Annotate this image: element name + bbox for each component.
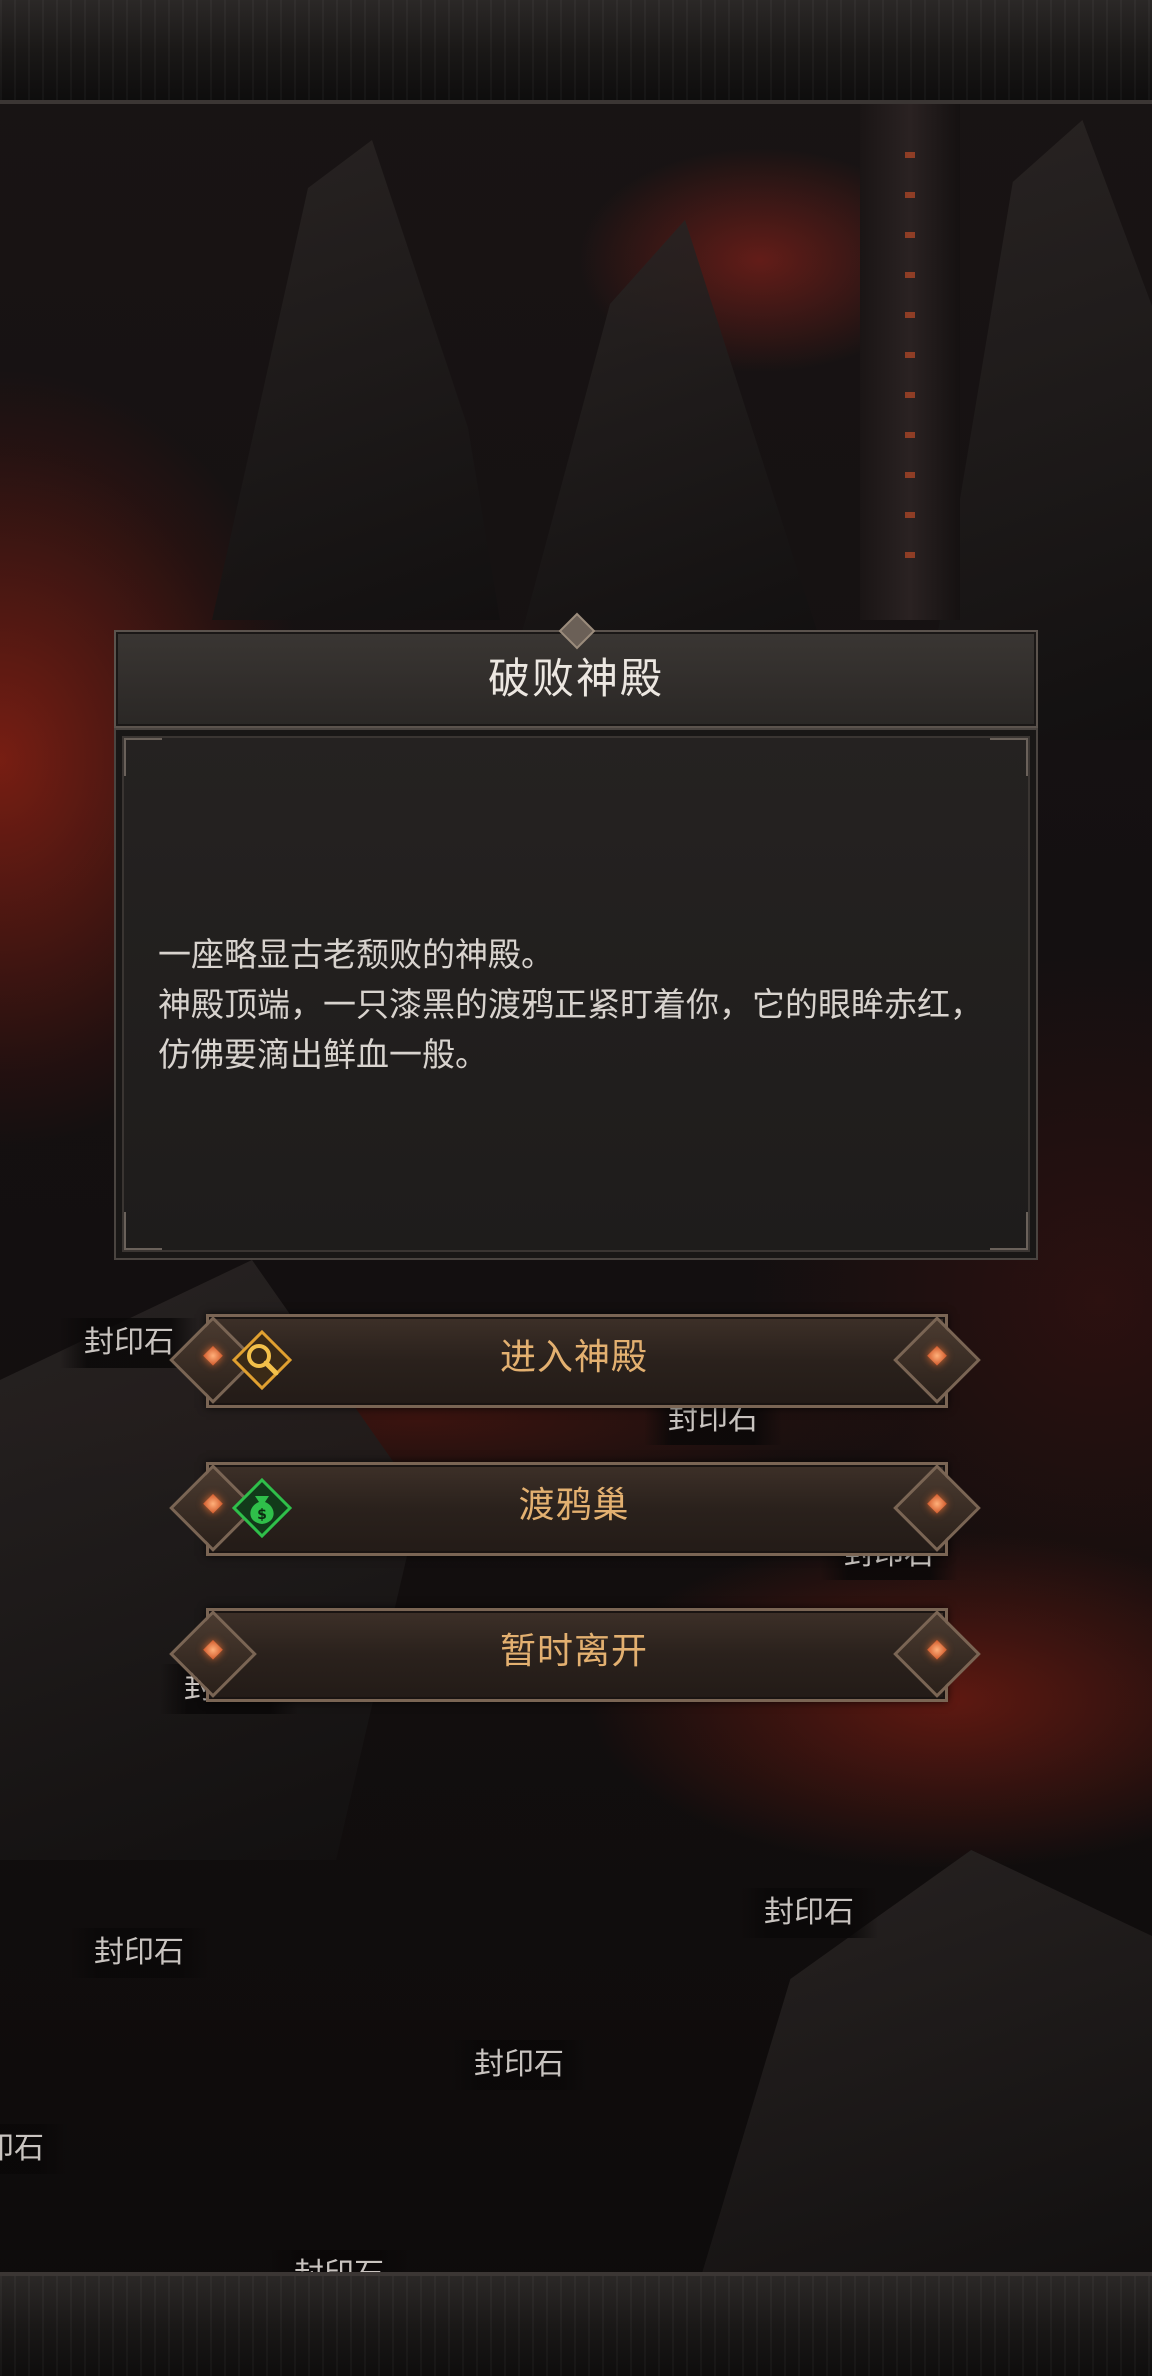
map-label-seal-stone[interactable]: 封印石 [740,1888,878,1938]
button-label: 进入神殿 [499,1337,648,1378]
button-label: 暂时离开 [499,1631,648,1672]
top-frame [0,0,1152,104]
event-dialog: 破败神殿 一座略显古老颓败的神殿。 神殿顶端，一只漆黑的渡鸦正紧盯着你，它的眼眸… [114,612,1038,1260]
map-label-seal-stone[interactable]: 封印石 [450,2040,588,2090]
corner-ornament [124,738,162,776]
game-screen: 封印石 封印石 封印石 封印石 封印石 封印石 封印石 封印石 封印石 破败神殿… [0,0,1152,2376]
enter-temple-button[interactable]: 进入神殿 [169,1310,981,1410]
corner-ornament [990,738,1028,776]
description-line: 一座略显古老颓败的神殿。 [158,935,554,974]
map-label-seal-stone[interactable]: 封印石 [0,2124,68,2174]
description-line: 神殿顶端，一只漆黑的渡鸦正紧盯着你，它的眼眸赤红，仿佛要滴出鲜血一般。 [158,985,983,1074]
map-label-seal-stone[interactable]: 封印石 [70,1928,208,1978]
raven-nest-button[interactable]: $ 渡鸦巢 [169,1458,981,1558]
button-label: 渡鸦巢 [518,1485,630,1526]
dark-tower [860,100,960,620]
dialog-description: 一座略显古老颓败的神殿。 神殿顶端，一只漆黑的渡鸦正紧盯着你，它的眼眸赤红，仿佛… [158,930,998,1080]
corner-ornament [124,1212,162,1250]
corner-ornament [990,1212,1028,1250]
dialog-title: 破败神殿 [487,654,664,703]
rock-silhouette [212,140,500,620]
dialog-header: 破败神殿 [114,612,1038,728]
rock-silhouette [520,220,820,640]
leave-button[interactable]: 暂时离开 [169,1604,981,1704]
bottom-frame [0,2272,1152,2376]
dialog-body: 一座略显古老颓败的神殿。 神殿顶端，一只漆黑的渡鸦正紧盯着你，它的眼眸赤红，仿佛… [114,728,1038,1260]
